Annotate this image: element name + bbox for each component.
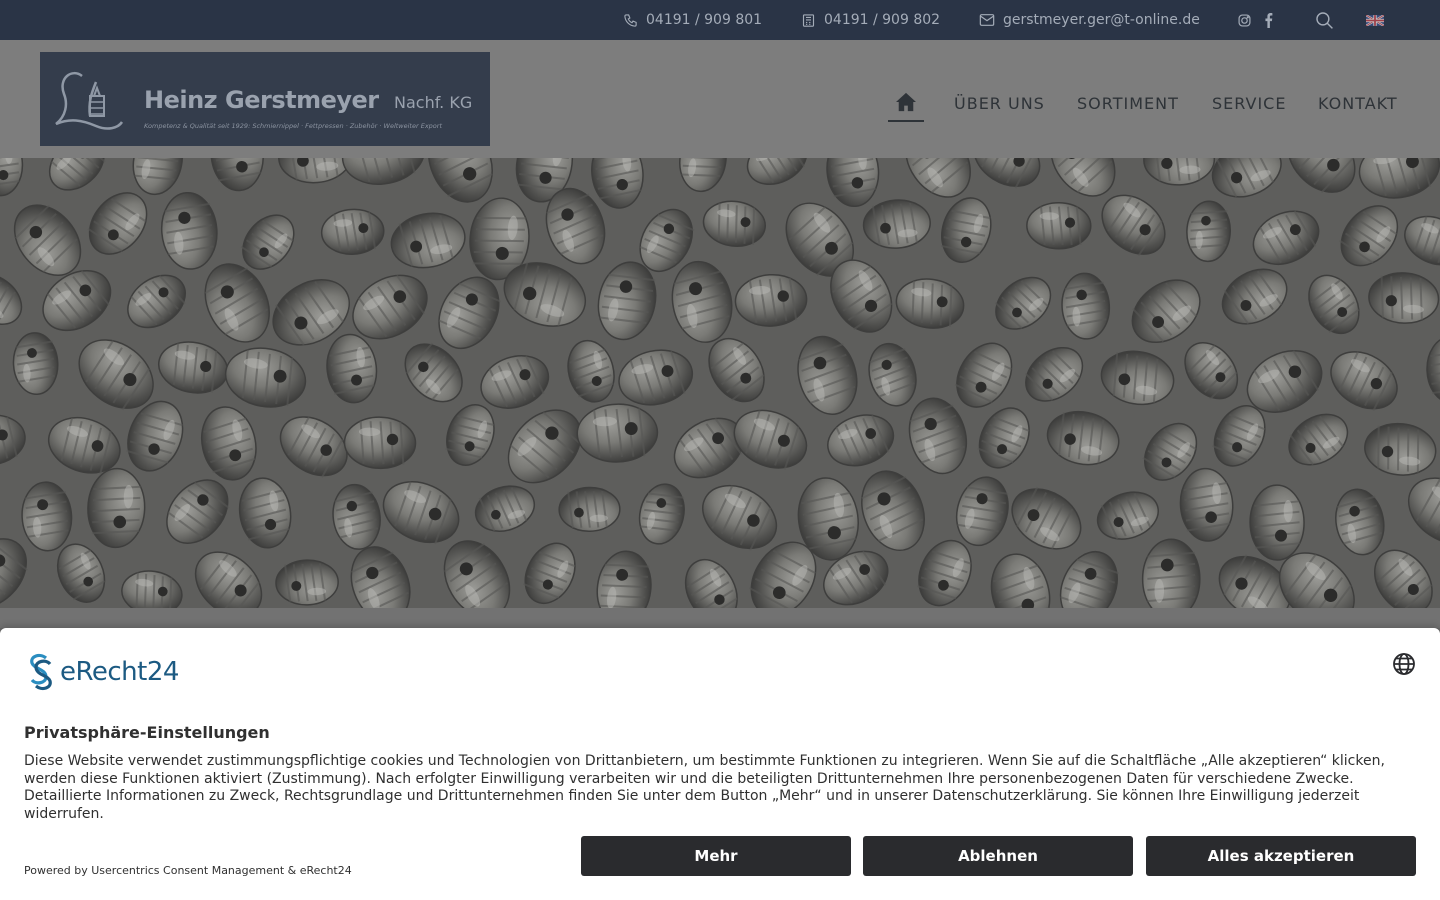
page-strip bbox=[0, 608, 1440, 628]
instagram-link[interactable] bbox=[1238, 0, 1251, 40]
instagram-icon bbox=[1238, 13, 1251, 27]
home-icon bbox=[895, 92, 917, 116]
facebook-link[interactable] bbox=[1264, 0, 1273, 40]
powered-by: Powered by Usercentrics Consent Manageme… bbox=[24, 864, 352, 877]
company-logo[interactable]: Heinz Gerstmeyer Nachf. KG Kompetenz & Q… bbox=[40, 52, 490, 146]
fax-icon bbox=[801, 13, 816, 28]
company-name: Heinz Gerstmeyer bbox=[144, 86, 379, 114]
language-button[interactable] bbox=[1392, 652, 1416, 676]
phone-contact[interactable]: 04191 / 909 801 bbox=[623, 0, 762, 40]
accept-all-button[interactable]: Alles akzeptieren bbox=[1146, 836, 1416, 876]
company-suffix: Nachf. KG bbox=[394, 93, 473, 112]
consent-title: Privatsphäre-Einstellungen bbox=[24, 723, 270, 742]
nav-service[interactable]: SERVICE bbox=[1212, 94, 1286, 113]
hero-image bbox=[0, 158, 1440, 608]
facebook-icon bbox=[1264, 12, 1273, 28]
phone-number: 04191 / 909 801 bbox=[646, 12, 763, 28]
phone-icon bbox=[623, 13, 638, 28]
nav-kontakt[interactable]: KONTAKT bbox=[1318, 94, 1398, 113]
top-contact-bar: 04191 / 909 801 04191 / 909 802 gerstmey… bbox=[0, 0, 1440, 40]
fax-number: 04191 / 909 802 bbox=[824, 12, 941, 28]
search-icon bbox=[1315, 11, 1334, 30]
monogram-icon bbox=[55, 71, 124, 130]
nav-ueber-uns[interactable]: ÜBER UNS bbox=[954, 94, 1045, 113]
consent-description: Diese Website verwendet zustimmungspflic… bbox=[24, 753, 1385, 822]
site-header: Heinz Gerstmeyer Nachf. KG Kompetenz & Q… bbox=[0, 40, 1440, 158]
erecht24-logo: eRecht24 bbox=[24, 652, 179, 692]
nav-sortiment[interactable]: SORTIMENT bbox=[1077, 94, 1179, 113]
language-switch[interactable] bbox=[1366, 0, 1384, 40]
more-button[interactable]: Mehr bbox=[581, 836, 851, 876]
globe-icon bbox=[1393, 653, 1415, 675]
search-button[interactable] bbox=[1315, 0, 1334, 40]
grease-nipples-photo bbox=[0, 158, 1440, 608]
cookie-consent-banner: eRecht24 Privatsphäre-Einstellungen Dies… bbox=[0, 628, 1440, 900]
email-contact[interactable]: gerstmeyer.ger@t-online.de bbox=[979, 0, 1200, 40]
company-tagline: Kompetenz & Qualität seit 1929: Schmiern… bbox=[144, 122, 442, 130]
email-address: gerstmeyer.ger@t-online.de bbox=[1003, 12, 1200, 28]
mail-icon bbox=[979, 13, 995, 27]
decline-button[interactable]: Ablehnen bbox=[863, 836, 1133, 876]
brand-name: eRecht24 bbox=[60, 657, 179, 687]
uk-flag-icon bbox=[1366, 14, 1384, 26]
paragraph-icon bbox=[30, 653, 52, 691]
active-nav-indicator bbox=[888, 120, 924, 122]
fax-contact[interactable]: 04191 / 909 802 bbox=[801, 0, 940, 40]
